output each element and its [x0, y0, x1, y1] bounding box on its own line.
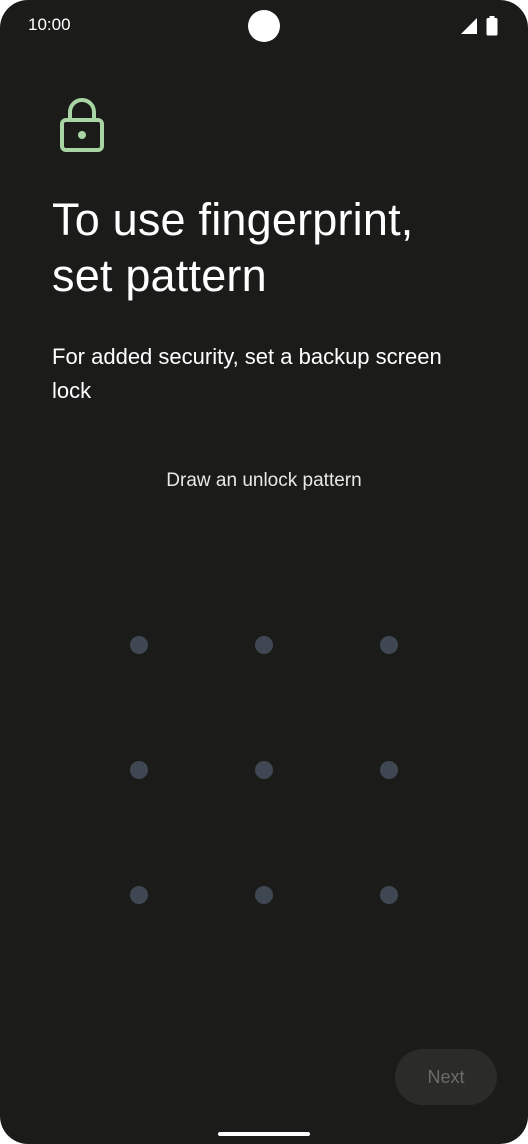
- page-title: To use fingerprint, set pattern: [52, 192, 492, 304]
- pattern-dot[interactable]: [130, 636, 148, 654]
- pattern-dot[interactable]: [380, 636, 398, 654]
- title-line-2: set pattern: [52, 250, 267, 301]
- setup-screen: 10:00 To use fingerprint, set pattern Fo…: [0, 0, 528, 1144]
- next-button[interactable]: Next: [395, 1049, 497, 1105]
- lock-icon: [58, 96, 106, 154]
- navigation-handle[interactable]: [218, 1132, 310, 1136]
- pattern-dot[interactable]: [255, 761, 273, 779]
- pattern-dot[interactable]: [380, 761, 398, 779]
- signal-icon: [460, 17, 478, 40]
- pattern-dot[interactable]: [130, 886, 148, 904]
- pattern-dot[interactable]: [255, 636, 273, 654]
- status-bar: 10:00: [0, 0, 528, 52]
- title-line-1: To use fingerprint,: [52, 194, 414, 245]
- pattern-dot[interactable]: [255, 886, 273, 904]
- status-icons: [460, 16, 498, 41]
- pattern-dot[interactable]: [130, 761, 148, 779]
- page-subtitle: For added security, set a backup screen …: [52, 344, 442, 403]
- pattern-dot[interactable]: [380, 886, 398, 904]
- pattern-grid[interactable]: [0, 0, 528, 1144]
- camera-cutout: [248, 10, 280, 42]
- battery-icon: [486, 16, 498, 41]
- pattern-instruction: Draw an unlock pattern: [166, 470, 362, 491]
- status-time: 10:00: [28, 15, 71, 34]
